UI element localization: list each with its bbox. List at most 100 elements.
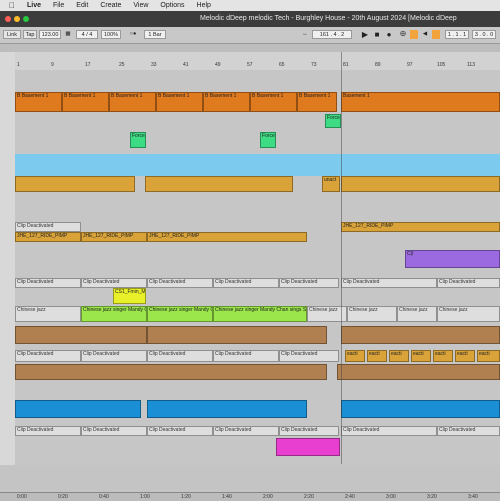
tempo-field[interactable]: 123.00 <box>39 30 61 39</box>
clip-basement[interactable]: B Basement 1 <box>15 92 62 112</box>
loop-start-field[interactable]: 1 . 1 . 1 <box>445 30 469 39</box>
clip-eacti[interactable]: eacti <box>411 350 431 362</box>
clip-purple[interactable]: C(l <box>405 250 500 268</box>
clip-basement[interactable]: B Basement 1 <box>250 92 297 112</box>
clip-deactivated[interactable]: Clip Deactivated <box>15 278 81 288</box>
clip-cyan[interactable] <box>147 400 307 418</box>
automation-arm-icon[interactable] <box>410 30 418 39</box>
menu-app[interactable]: Live <box>27 2 41 9</box>
clip-force[interactable]: Force <box>130 132 146 148</box>
clip-deactivated[interactable]: Clip Deactivated <box>15 350 81 362</box>
apple-icon[interactable]:  <box>9 1 19 10</box>
clip-ride[interactable]: JHE_127_RIDE_PIMP <box>147 232 307 242</box>
stop-icon[interactable]: ■ <box>372 30 382 39</box>
loop-switch[interactable] <box>432 30 440 39</box>
clip-cs[interactable]: CS1_Fmin_M <box>113 288 146 304</box>
clip-basement[interactable]: B Basement 1 <box>62 92 109 112</box>
minimize-button[interactable] <box>14 16 20 22</box>
clip-force[interactable]: Force <box>260 132 276 148</box>
clip-eacti[interactable]: eacti <box>455 350 475 362</box>
clip-unact[interactable]: unact <box>322 176 340 192</box>
clip-deactivated[interactable]: Clip Deactivated <box>15 222 81 232</box>
clip-deactivated[interactable]: Clip Deactivated <box>147 350 213 362</box>
clip-deactivated[interactable]: Clip Deactivated <box>341 278 437 288</box>
clip-brown[interactable] <box>15 364 327 380</box>
clip-deactivated[interactable]: Clip Deactivated <box>213 426 279 436</box>
clip-deactivated[interactable]: Clip Deactivated <box>341 426 437 436</box>
song-position-field[interactable]: 161 . 4 . 2 <box>312 30 352 39</box>
clip-deactivated[interactable]: Clip Deactivated <box>147 426 213 436</box>
clip-deactivated[interactable]: Clip Deactivated <box>81 278 147 288</box>
clip-deactivated[interactable]: Clip Deactivated <box>279 278 339 288</box>
menu-file[interactable]: File <box>53 2 64 9</box>
clip-deactivated[interactable]: Clip Deactivated <box>437 426 500 436</box>
clip-gold[interactable] <box>341 176 500 192</box>
clip-chinese[interactable]: Chinese jazz <box>437 306 500 322</box>
clip-deactivated[interactable]: Clip Deactivated <box>15 426 81 436</box>
clip-chinese[interactable]: Chinese jazz <box>347 306 397 322</box>
overdub-icon[interactable]: ⨁ <box>398 30 408 39</box>
clip-brown[interactable] <box>15 326 147 344</box>
clip-basement[interactable]: B Basement 1 <box>297 92 337 112</box>
clip-eacti[interactable]: eacti <box>345 350 365 362</box>
time-signature[interactable]: 4 / 4 <box>76 30 98 39</box>
clip-cyan[interactable] <box>341 400 500 418</box>
clip-chinese[interactable]: Chinese jazz singer Mandy Chan sings S <box>81 306 147 322</box>
zoom-button[interactable] <box>23 16 29 22</box>
clip-ride[interactable]: JHE_127_RIDE_PIMP <box>81 232 147 242</box>
clip-basement[interactable]: B Basement 1 <box>203 92 250 112</box>
quantize-select[interactable]: 1 Bar <box>144 30 166 39</box>
menu-edit[interactable]: Edit <box>76 2 88 9</box>
arrangement-view[interactable]: B Basement 1 B Basement 1 B Basement 1 B… <box>15 70 500 465</box>
menu-view[interactable]: View <box>133 2 148 9</box>
clip-deactivated[interactable]: Clip Deactivated <box>279 350 339 362</box>
clip-gold[interactable] <box>145 176 293 192</box>
metronome-icon[interactable]: ▩ <box>63 30 73 39</box>
play-icon[interactable]: ▶ <box>360 30 370 39</box>
clip-chinese[interactable]: Chinese jazz singer Mandy Chan sings S <box>147 306 213 322</box>
clip-ride[interactable]: JHE_127_RIDE_PIMP <box>341 222 500 232</box>
clip-brown[interactable] <box>147 326 327 344</box>
clip-eacti[interactable]: eacti <box>433 350 453 362</box>
clip-basement[interactable]: B Basement 1 <box>109 92 156 112</box>
clip-deactivated[interactable]: Clip Deactivated <box>279 426 339 436</box>
clip-deactivated[interactable]: Clip Deactivated <box>81 350 147 362</box>
close-button[interactable] <box>5 16 11 22</box>
clip-deactivated[interactable]: Clip Deactivated <box>147 278 213 288</box>
clip-chinese[interactable]: Chinese jazz <box>397 306 437 322</box>
clip-deactivated[interactable]: Clip Deactivated <box>213 278 279 288</box>
clip-chinese[interactable]: Chinese jazz <box>15 306 81 322</box>
loop-length-field[interactable]: 3 . 0 . 0 <box>472 30 496 39</box>
bar-ruler[interactable]: 1 9 17 25 33 41 49 57 65 73 81 89 97 105… <box>15 52 500 71</box>
clip-eacti[interactable]: eacti <box>389 350 409 362</box>
back-to-arrange-icon[interactable]: ◀ <box>420 30 430 39</box>
clip-eacti[interactable]: eacti <box>367 350 387 362</box>
follow-arrange-icon[interactable]: ↔ <box>300 30 310 39</box>
clip-force[interactable]: Force <box>325 114 341 128</box>
clip-chinese[interactable]: Chinese jazz singer Mandy Chan sings S <box>213 306 307 322</box>
clip-deactivated[interactable]: Clip Deactivated <box>213 350 279 362</box>
overview-strip[interactable] <box>0 44 500 52</box>
clip-basement[interactable]: B Basement 1 <box>156 92 203 112</box>
zoom-field[interactable]: 100% <box>101 30 121 39</box>
follow-icon[interactable]: ○● <box>124 30 142 39</box>
clip-brown[interactable] <box>337 364 500 380</box>
link-button[interactable]: Link <box>3 30 21 39</box>
empty-track-area[interactable] <box>0 465 500 492</box>
menu-help[interactable]: Help <box>197 2 211 9</box>
clip-cyan[interactable] <box>15 400 141 418</box>
record-icon[interactable]: ● <box>384 30 394 39</box>
tap-button[interactable]: Tap <box>23 30 37 39</box>
clip-gold[interactable] <box>15 176 135 192</box>
clip-pink[interactable] <box>276 438 340 456</box>
clip-brown[interactable] <box>341 326 500 344</box>
clip-deactivated[interactable]: Clip Deactivated <box>81 426 147 436</box>
clip-deactivated[interactable]: Clip Deactivated <box>437 278 500 288</box>
track-scroll-column[interactable] <box>0 52 16 492</box>
clip-basement[interactable]: Basement 1 <box>341 92 500 112</box>
track-blue[interactable] <box>15 154 500 176</box>
menu-options[interactable]: Options <box>160 2 184 9</box>
clip-ride[interactable]: JHE_127_RIDE_PIMP <box>15 232 81 242</box>
clip-eacti[interactable]: eacti <box>477 350 500 362</box>
menu-create[interactable]: Create <box>100 2 121 9</box>
